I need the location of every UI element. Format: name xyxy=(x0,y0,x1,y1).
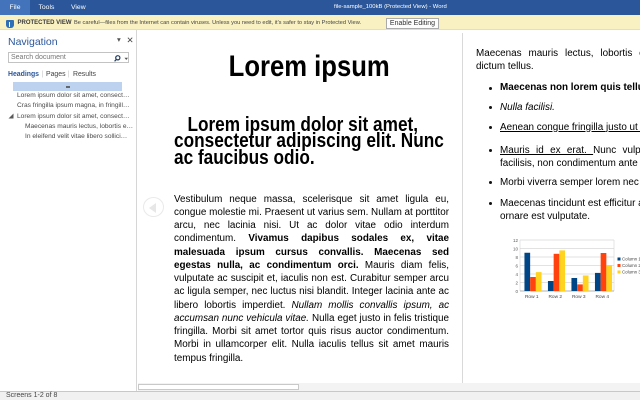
svg-text:0: 0 xyxy=(515,289,518,294)
svg-text:Column 3: Column 3 xyxy=(622,270,640,275)
svg-text:12: 12 xyxy=(513,238,519,243)
svg-text:Row 2: Row 2 xyxy=(548,294,562,300)
svg-text:8: 8 xyxy=(515,255,518,260)
svg-text:Column 2: Column 2 xyxy=(622,263,640,268)
svg-text:4: 4 xyxy=(515,272,518,277)
svg-text:Column 1: Column 1 xyxy=(622,257,640,262)
svg-text:Row 4: Row 4 xyxy=(595,294,609,300)
svg-text:6: 6 xyxy=(515,264,518,269)
svg-text:Row 1: Row 1 xyxy=(525,294,539,300)
svg-text:10: 10 xyxy=(513,247,519,252)
svg-text:2: 2 xyxy=(515,281,518,286)
svg-text:Row 3: Row 3 xyxy=(572,294,586,300)
